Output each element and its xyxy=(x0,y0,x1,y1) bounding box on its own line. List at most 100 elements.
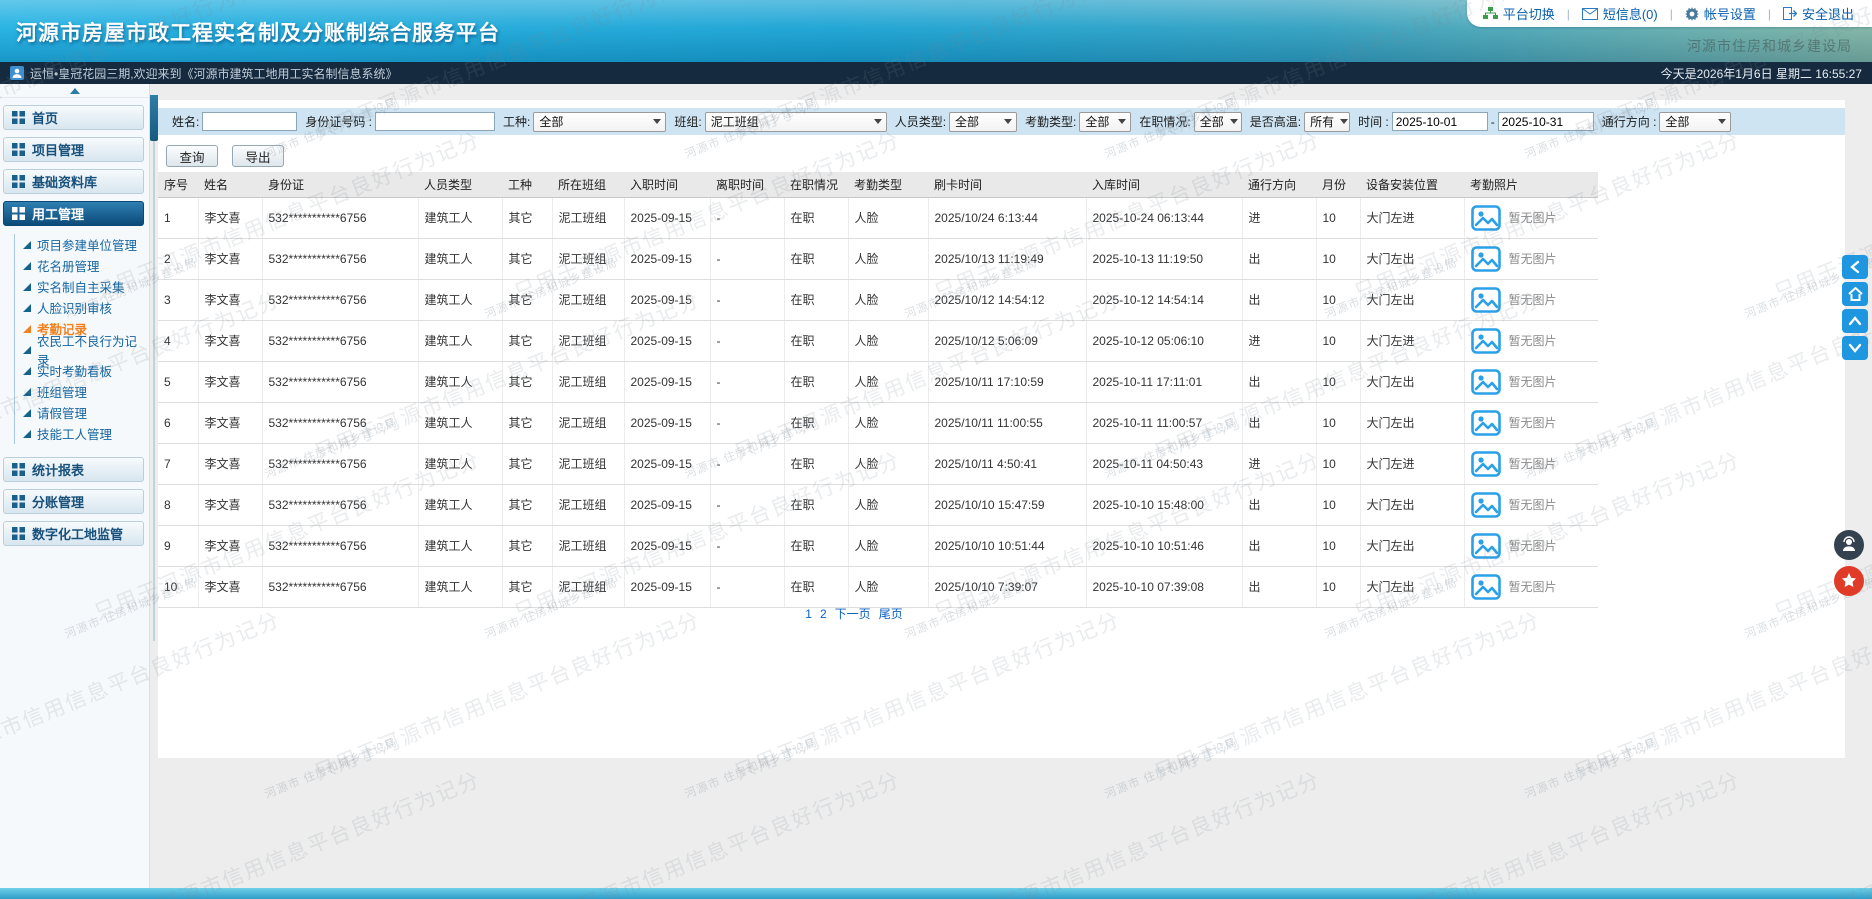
photo-icon[interactable] xyxy=(1470,286,1501,313)
sidebar-submenu: 项目参建单位管理 花名册管理 实名制自主采集 人脸识别审核 考勤记录 农民工不良行为记录实… xyxy=(0,226,149,450)
column-header: 身份证 xyxy=(262,172,418,198)
attendance-photo: 暂无图片 xyxy=(1470,409,1593,436)
sidebar-collapse-button[interactable] xyxy=(0,84,149,98)
sidebar-group[interactable]: 基础资料库 xyxy=(3,169,144,194)
float-chevron-down-button[interactable] xyxy=(1842,336,1868,360)
sidebar-group[interactable]: 分账管理 xyxy=(3,489,144,514)
pagination-link[interactable]: 下一页 xyxy=(835,607,871,621)
filter-select-value: 全部 xyxy=(1199,115,1224,129)
attendance-photo: 暂无图片 xyxy=(1470,491,1593,518)
sidebar-item[interactable]: 技能工人管理 xyxy=(14,423,149,444)
table-cell: 建筑工人 xyxy=(418,320,503,362)
table-cell: 2025-09-15 xyxy=(624,443,711,485)
table-cell: 建筑工人 xyxy=(418,566,503,608)
table-cell: 2025/10/10 10:51:44 xyxy=(928,525,1087,567)
pagination-link[interactable]: 1 xyxy=(805,607,812,621)
table-cell: 10 xyxy=(1316,566,1361,608)
table-cell: 532***********6756 xyxy=(262,566,419,608)
table-cell: 进 xyxy=(1242,197,1317,239)
sidebar-item[interactable]: 项目参建单位管理 xyxy=(14,234,149,255)
top-links-separator: | xyxy=(1669,6,1673,21)
table-cell: 出 xyxy=(1242,238,1317,280)
table-cell: 泥工班组 xyxy=(552,402,625,444)
sidebar-item[interactable]: 花名册管理 xyxy=(14,255,149,276)
sidebar-group[interactable]: 数字化工地监管 xyxy=(3,521,144,546)
sidebar-group[interactable]: 项目管理 xyxy=(3,137,144,162)
photo-icon[interactable] xyxy=(1470,204,1501,231)
photo-icon[interactable] xyxy=(1470,245,1501,272)
sidebar-item[interactable]: 请假管理 xyxy=(14,402,149,423)
table-cell: 在职 xyxy=(784,197,849,239)
float-home-button[interactable] xyxy=(1842,282,1868,306)
triangle-icon xyxy=(23,303,31,312)
top-links-separator: | xyxy=(1566,6,1570,21)
float-chevron-left-button[interactable] xyxy=(1842,255,1868,279)
top-link-gear[interactable]: 帐号设置 xyxy=(1684,4,1756,23)
filter-select[interactable]: 全部 xyxy=(533,111,667,132)
top-link-mail[interactable]: 短信息(0) xyxy=(1581,4,1658,23)
table-cell: - xyxy=(710,525,785,567)
photo-icon[interactable] xyxy=(1470,532,1501,559)
table-cell: 2025-10-11 11:00:57 xyxy=(1086,402,1243,444)
sidebar-group[interactable]: 统计报表 xyxy=(3,457,144,482)
table-cell: 2025/10/11 11:00:55 xyxy=(928,402,1087,444)
photo-cell-td: 暂无图片 xyxy=(1464,443,1598,485)
red-seal-icon[interactable] xyxy=(1834,566,1864,596)
customer-service-icon[interactable] xyxy=(1834,530,1864,560)
sidebar-item[interactable]: 实名制自主采集 xyxy=(14,276,149,297)
sidebar-item-label: 技能工人管理 xyxy=(37,428,113,442)
table-cell: 泥工班组 xyxy=(552,525,625,567)
pagination-link[interactable]: 尾页 xyxy=(879,607,903,621)
photo-cell-td: 暂无图片 xyxy=(1464,238,1598,280)
photo-icon[interactable] xyxy=(1470,368,1501,395)
filter-input[interactable] xyxy=(202,112,298,131)
sidebar-splitter-handle[interactable] xyxy=(150,95,158,141)
table-row: 9 李文喜 532***********6756 建筑工人 其它 泥工班组 2025-09-… xyxy=(158,525,1598,567)
filter-label: 班组: xyxy=(674,115,702,129)
column-header: 工种 xyxy=(502,172,552,198)
attendance-photo: 暂无图片 xyxy=(1470,286,1593,313)
table-cell: 2025-09-15 xyxy=(624,320,711,362)
table-cell: 人脸 xyxy=(848,402,929,444)
date-to-input[interactable] xyxy=(1497,112,1594,131)
grid-icon xyxy=(12,463,25,476)
filter-select[interactable]: 泥工班组 xyxy=(704,111,887,132)
export-button[interactable]: 导出 xyxy=(232,145,284,167)
top-link-exit[interactable]: 安全退出 xyxy=(1782,4,1854,23)
table-cell: 其它 xyxy=(502,402,553,444)
top-link-sitemap[interactable]: 平台切换 xyxy=(1482,4,1555,23)
column-header: 设备安装位置 xyxy=(1360,172,1464,198)
filter-select[interactable]: 全部 xyxy=(1193,111,1242,132)
query-button[interactable]: 查询 xyxy=(166,145,218,167)
table-cell: 2025-09-15 xyxy=(624,525,711,567)
photo-icon[interactable] xyxy=(1470,491,1501,518)
sidebar-item[interactable]: 农民工不良行为记录 xyxy=(14,335,149,368)
float-chevron-up-button[interactable] xyxy=(1842,309,1868,333)
filter-select[interactable]: 所有 xyxy=(1304,111,1351,132)
sidebar-item[interactable]: 班组管理 xyxy=(14,381,149,402)
photo-icon[interactable] xyxy=(1470,327,1501,354)
filter-bar: 姓名: 身份证号码 : 工种: 全部 班组: 泥工班组 人员类型: 全部 考勤类型: 全部 在职情况… xyxy=(158,108,1845,135)
table-cell: 李文喜 xyxy=(198,484,263,526)
photo-icon[interactable] xyxy=(1470,409,1501,436)
filter-select-value: 全部 xyxy=(1665,115,1690,129)
photo-icon[interactable] xyxy=(1470,450,1501,477)
page-title: 河源市房屋市政工程实名制及分账制综合服务平台 xyxy=(16,22,500,45)
filter-select[interactable]: 全部 xyxy=(1079,111,1132,132)
table-cell: 其它 xyxy=(502,361,553,403)
filter-select[interactable]: 全部 xyxy=(1659,111,1732,132)
sidebar-group-label: 统计报表 xyxy=(32,463,85,478)
sidebar-group[interactable]: 首页 xyxy=(3,105,144,130)
photo-icon[interactable] xyxy=(1470,573,1501,600)
filter-input[interactable] xyxy=(375,112,496,131)
filter-select[interactable]: 全部 xyxy=(949,111,1018,132)
table-cell: 在职 xyxy=(784,320,849,362)
date-from-input[interactable] xyxy=(1391,112,1488,131)
sidebar-group[interactable]: 用工管理 xyxy=(3,201,144,226)
chevron-down-icon xyxy=(1118,119,1127,124)
table-cell: 8 xyxy=(158,484,199,526)
sidebar-item[interactable]: 人脸识别审核 xyxy=(14,297,149,318)
table-cell: 人脸 xyxy=(848,525,929,567)
table-cell: 9 xyxy=(158,525,199,567)
pagination-link[interactable]: 2 xyxy=(820,607,827,621)
